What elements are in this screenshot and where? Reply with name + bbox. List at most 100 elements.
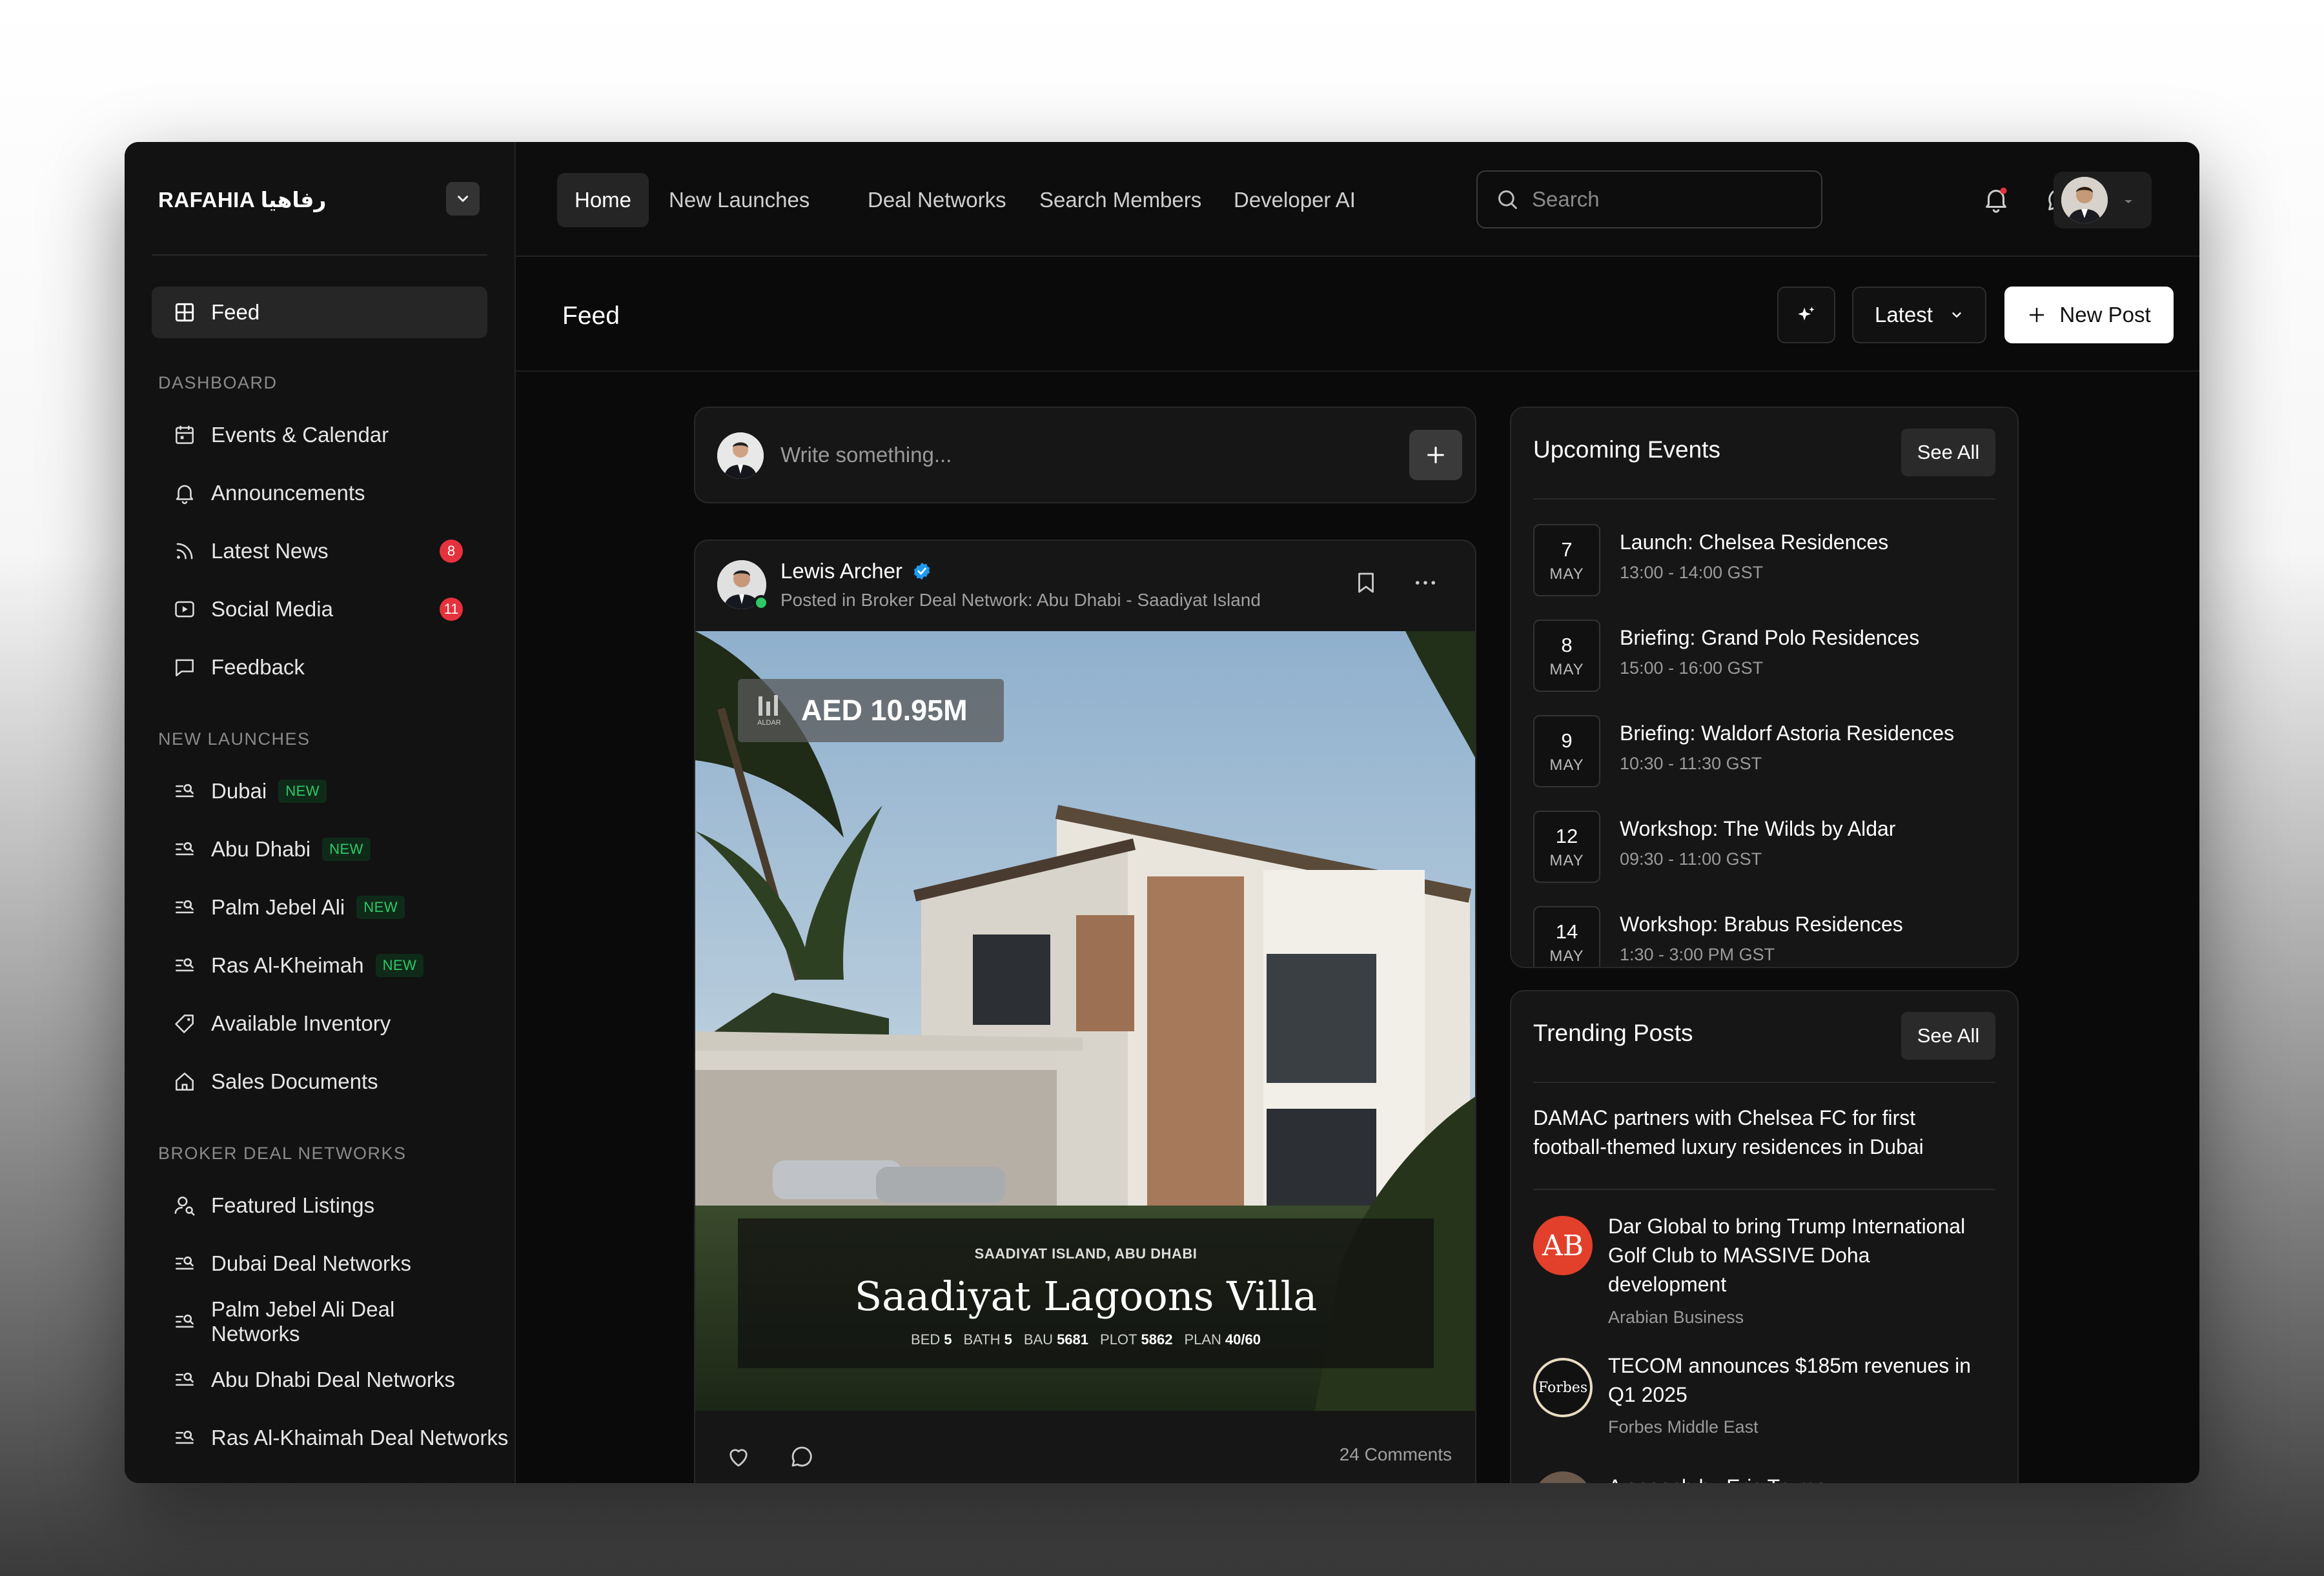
list-search-icon bbox=[176, 842, 194, 856]
divider bbox=[1533, 1082, 1995, 1083]
more-options-icon[interactable] bbox=[1412, 569, 1439, 596]
trending-headline-line: Dar Global to bring Trump International bbox=[1608, 1215, 1966, 1238]
event-item[interactable]: 12 MAY Workshop: The Wilds by Aldar 09:30… bbox=[1533, 811, 1995, 883]
post-author[interactable]: Lewis Archer bbox=[780, 559, 932, 583]
spec-item: PLOT 5862 bbox=[1100, 1331, 1173, 1348]
event-date: 9 MAY bbox=[1533, 715, 1600, 787]
app-window: RAFAHIA رفاهيا Feed DASHBOARD Events & C… bbox=[125, 142, 2199, 1483]
tag-icon bbox=[175, 1015, 194, 1033]
listing-price: AED 10.95M bbox=[801, 694, 968, 727]
sidebar-item-ras-al-kheimah[interactable]: Ras Al-Kheimah NEW bbox=[152, 940, 487, 991]
sidebar-item-dubai[interactable]: Dubai NEW bbox=[152, 765, 487, 817]
trending-headline-line: A speech by Eric Trump bbox=[1608, 1473, 1826, 1483]
event-item[interactable]: 7 MAY Launch: Chelsea Residences 13:00 - … bbox=[1533, 524, 1995, 596]
sidebar-item-feedback[interactable]: Feedback bbox=[152, 642, 487, 693]
bookmark-icon[interactable] bbox=[1352, 569, 1380, 596]
sidebar-item-label: Events & Calendar bbox=[211, 423, 389, 447]
search-placeholder: Search bbox=[1532, 187, 1600, 211]
sidebar-item-label: Dubai bbox=[211, 779, 267, 803]
price-tag: ALDAR AED 10.95M bbox=[738, 679, 1004, 742]
sidebar-item-sales-documents[interactable]: Sales Documents bbox=[152, 1056, 487, 1107]
tab-home[interactable]: Home bbox=[557, 173, 649, 227]
sidebar-item-palm-jebel-ali[interactable]: Palm Jebel Ali NEW bbox=[152, 882, 487, 933]
verified-badge-icon bbox=[913, 562, 930, 580]
divider bbox=[1533, 1189, 1995, 1190]
new-post-button[interactable]: New Post bbox=[2004, 287, 2174, 343]
sidebar-item-label: Abu Dhabi bbox=[211, 837, 311, 861]
feed-header: Feed Latest New Post bbox=[516, 258, 2199, 372]
trending-source: Forbes Middle East bbox=[1608, 1417, 1758, 1437]
add-attachment-button[interactable] bbox=[1409, 430, 1462, 480]
listing-name: Saadiyat Lagoons Villa bbox=[854, 1273, 1318, 1320]
chevron-down-icon bbox=[458, 196, 468, 202]
sidebar-item-social-media[interactable]: Social Media 11 bbox=[152, 583, 487, 635]
event-title: Briefing: Grand Polo Residences bbox=[1620, 626, 1920, 649]
sidebar-item-available-inventory[interactable]: Available Inventory bbox=[152, 998, 487, 1049]
sidebar-item-featured-listings[interactable]: Featured Listings bbox=[152, 1180, 487, 1231]
new-badge: NEW bbox=[278, 780, 327, 803]
search-input[interactable]: Search bbox=[1476, 170, 1822, 228]
compose-placeholder: Write something... bbox=[780, 443, 952, 467]
sidebar-item-abu-dhabi-deal-networks[interactable]: Abu Dhabi Deal Networks bbox=[152, 1354, 487, 1406]
event-title: Workshop: The Wilds by Aldar bbox=[1620, 817, 1896, 840]
new-badge: NEW bbox=[375, 954, 424, 977]
sidebar-item-latest-news[interactable]: Latest News 8 bbox=[152, 525, 487, 577]
plus-icon bbox=[2030, 307, 2044, 323]
tab-search-members[interactable]: Search Members bbox=[1022, 173, 1219, 227]
sort-dropdown[interactable]: Latest bbox=[1852, 287, 1986, 343]
events-see-all-button[interactable]: See All bbox=[1901, 429, 1995, 476]
listing-photo[interactable]: ALDAR AED 10.95M SAADIYAT ISLAND, ABU DH… bbox=[695, 631, 1475, 1411]
sidebar-item-announcements[interactable]: Announcements bbox=[152, 467, 487, 519]
spec-item: BATH 5 bbox=[963, 1331, 1012, 1348]
grid-icon bbox=[175, 303, 194, 322]
bell-icon bbox=[176, 485, 194, 505]
comment-count-link[interactable]: 24 Comments bbox=[1340, 1444, 1452, 1465]
divider bbox=[1533, 498, 1995, 500]
forbes-logo: Forbes bbox=[1533, 1358, 1593, 1417]
brand-name: RAFAHIA رفاهيا bbox=[158, 188, 327, 212]
event-time: 10:30 - 11:30 GST bbox=[1620, 754, 1762, 773]
comment-icon[interactable] bbox=[788, 1443, 815, 1470]
panel-title: Upcoming Events bbox=[1533, 436, 1720, 463]
heart-icon[interactable] bbox=[725, 1443, 752, 1470]
unread-count-badge: 8 bbox=[440, 540, 463, 563]
event-item[interactable]: 9 MAY Briefing: Waldorf Astoria Residence… bbox=[1533, 715, 1995, 787]
rss-icon bbox=[176, 543, 193, 560]
event-date: 7 MAY bbox=[1533, 524, 1600, 596]
profile-menu-button[interactable] bbox=[2054, 172, 2152, 228]
listing-specs: BED 5 BATH 5 BAU 5681 PLOT 5862 PLAN 40/60 bbox=[738, 1331, 1434, 1348]
new-badge: NEW bbox=[322, 838, 371, 861]
tab-new-launches[interactable]: New Launches bbox=[651, 173, 827, 227]
trending-headline-line: football-themed luxury residences in Dub… bbox=[1533, 1135, 1924, 1158]
list-search-icon bbox=[176, 1314, 194, 1328]
sidebar-item-dubai-deal-networks[interactable]: Dubai Deal Networks bbox=[152, 1238, 487, 1289]
notification-bell-icon[interactable] bbox=[1981, 185, 2011, 214]
sidebar-item-abu-dhabi[interactable]: Abu Dhabi NEW bbox=[152, 823, 487, 875]
list-search-icon bbox=[176, 1256, 194, 1270]
event-title: Briefing: Waldorf Astoria Residences bbox=[1620, 722, 1955, 745]
sidebar-item-palm-jebel-ali-deal-networks[interactable]: Palm Jebel Ali Deal Networks bbox=[152, 1296, 487, 1348]
tab-developer-ai[interactable]: Developer AI bbox=[1216, 173, 1373, 227]
list-search-icon bbox=[176, 900, 194, 914]
trending-see-all-button[interactable]: See All bbox=[1901, 1012, 1995, 1060]
sidebar-item-events-calendar[interactable]: Events & Calendar bbox=[152, 409, 487, 461]
user-search-icon bbox=[174, 1197, 195, 1216]
arabian-business-logo: AB bbox=[1533, 1216, 1593, 1275]
new-post-label: New Post bbox=[2059, 303, 2151, 327]
compose-box[interactable]: Write something... bbox=[694, 407, 1476, 503]
event-item[interactable]: 14 MAY Workshop: Brabus Residences 1:30 -… bbox=[1533, 906, 1995, 967]
sidebar-item-feed[interactable]: Feed bbox=[152, 287, 487, 338]
chevron-down-icon bbox=[2125, 200, 2132, 203]
sidebar-item-ras-al-khaimah-deal-networks[interactable]: Ras Al-Khaimah Deal Networks bbox=[152, 1412, 513, 1464]
avatar bbox=[717, 432, 764, 479]
workspace-dropdown-button[interactable] bbox=[446, 182, 480, 216]
sidebar-item-label: Feed bbox=[211, 300, 260, 324]
event-time: 1:30 - 3:00 PM GST bbox=[1620, 945, 1775, 964]
sidebar: RAFAHIA رفاهيا Feed DASHBOARD Events & C… bbox=[125, 142, 516, 1483]
event-time: 13:00 - 14:00 GST bbox=[1620, 563, 1764, 582]
online-status-dot bbox=[753, 595, 769, 611]
tab-deal-networks[interactable]: Deal Networks bbox=[850, 173, 1024, 227]
sidebar-divider bbox=[152, 254, 487, 256]
event-item[interactable]: 8 MAY Briefing: Grand Polo Residences 15:… bbox=[1533, 620, 1995, 692]
ai-sparkle-button[interactable] bbox=[1777, 287, 1835, 343]
